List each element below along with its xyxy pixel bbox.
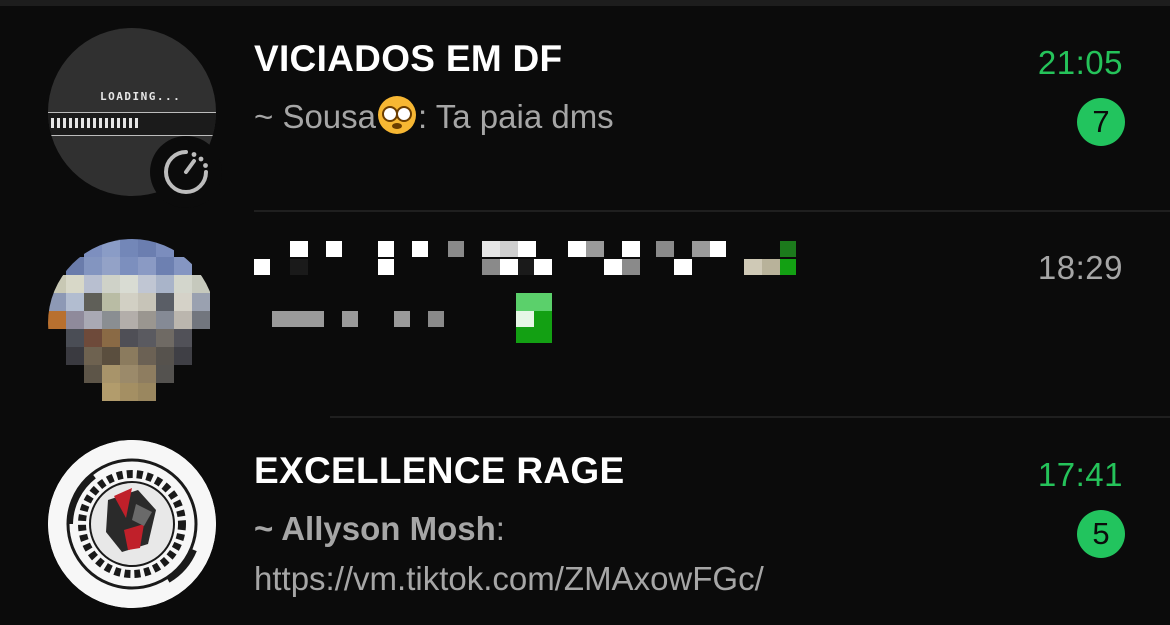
row-divider bbox=[254, 210, 1170, 212]
chat-name: VICIADOS EM DF bbox=[254, 38, 563, 79]
chat-time: 18:29 bbox=[1037, 249, 1123, 286]
loading-bar-fill bbox=[51, 118, 139, 128]
row-divider bbox=[330, 416, 1170, 418]
excellence-rage-logo bbox=[48, 440, 216, 608]
chat-row[interactable]: EXCELLENCE RAGE ~ Allyson Mosh: https://… bbox=[0, 420, 1170, 625]
top-separator bbox=[0, 0, 1170, 6]
dizzy-face-emoji bbox=[378, 96, 417, 134]
chat-time: 21:05 bbox=[1037, 44, 1123, 81]
contact-avatar-pixelated[interactable] bbox=[48, 239, 216, 407]
avatar-loading-text: LOADING... bbox=[100, 90, 182, 103]
chat-preview: ~ Sousa : Ta paia dms bbox=[254, 92, 934, 142]
chat-time: 17:41 bbox=[1037, 456, 1123, 493]
pixelated-preview bbox=[272, 293, 552, 343]
pixelated-avatar-image bbox=[48, 239, 210, 401]
unread-count-badge: 7 bbox=[1077, 98, 1125, 146]
preview-message: : Ta paia dms bbox=[418, 98, 614, 135]
preview-sender: ~ Sousa bbox=[254, 98, 377, 135]
pixelated-chat-name bbox=[254, 241, 796, 275]
timer-icon bbox=[164, 150, 208, 194]
loading-bar bbox=[48, 112, 216, 136]
group-avatar-logo[interactable] bbox=[48, 440, 216, 608]
chat-row[interactable]: LOADING... VICIADOS EM DF ~ Sousa : Ta pa… bbox=[0, 8, 1170, 213]
chat-preview: ~ Allyson Mosh: https://vm.tiktok.com/ZM… bbox=[254, 504, 914, 604]
unread-count-badge: 5 bbox=[1077, 510, 1125, 558]
chat-row[interactable]: 18:29 bbox=[0, 213, 1170, 418]
disappearing-timer-badge bbox=[150, 136, 222, 208]
preview-sender: ~ Allyson Mosh bbox=[254, 510, 496, 547]
chat-name: EXCELLENCE RAGE bbox=[254, 450, 625, 491]
